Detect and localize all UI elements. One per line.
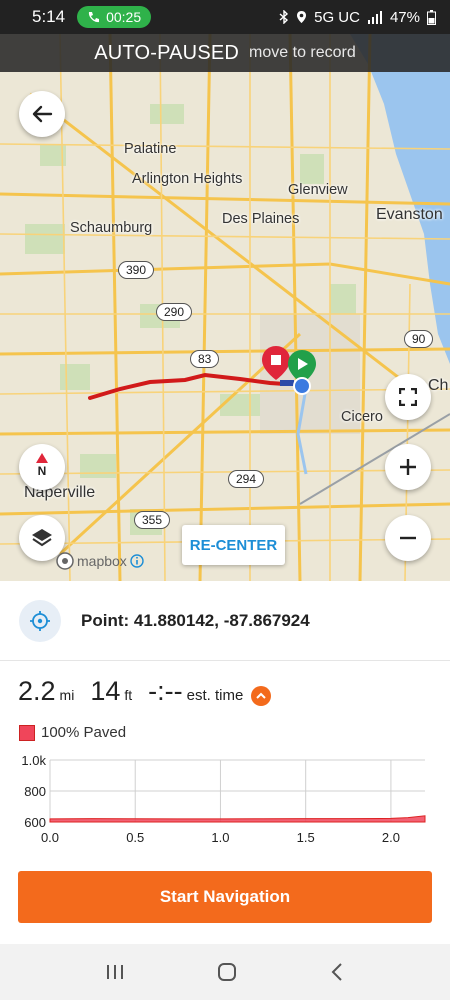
elevation-unit: ft: [124, 687, 133, 703]
map-label-schaumburg: Schaumburg: [70, 220, 153, 236]
route-shield-294: 294: [228, 470, 265, 488]
map-label-chicago: Ch: [428, 377, 449, 394]
map-view[interactable]: Palatine Arlington Heights Glenview Scha…: [0, 34, 450, 581]
battery-percent: 47%: [389, 8, 420, 26]
recent-apps-button[interactable]: [105, 963, 125, 981]
time-value: -:--: [148, 676, 183, 706]
chart-ytick-label: 600: [24, 815, 46, 830]
point-text: Point: 41.880142, -87.867924: [81, 611, 310, 631]
chart-xtick-label: 0.0: [41, 830, 59, 845]
signal-icon: [367, 10, 382, 24]
route-shield-90: 90: [404, 330, 434, 348]
map-label-cicero: Cicero: [341, 409, 383, 425]
recenter-button[interactable]: RE-CENTER: [182, 525, 285, 565]
chart-xtick-label: 1.0: [211, 830, 229, 845]
chart-ytick-label: 1.0k: [21, 753, 46, 768]
auto-paused-banner: AUTO-PAUSED move to record: [0, 34, 450, 72]
chart-xtick-label: 0.5: [126, 830, 144, 845]
chart-area-series: [49, 815, 426, 823]
status-time: 5:14: [32, 7, 66, 26]
chevron-up-icon: [256, 692, 267, 699]
banner-title: AUTO-PAUSED: [94, 41, 240, 64]
network-type: 5G UC: [314, 8, 360, 26]
selected-point-row[interactable]: Point: 41.880142, -87.867924: [0, 581, 450, 661]
map-label-palatine: Palatine: [124, 141, 177, 157]
point-coords: 41.880142, -87.867924: [133, 610, 310, 630]
chart-xtick-label: 1.5: [297, 830, 315, 845]
layers-icon: [32, 529, 52, 547]
compass-letter: N: [37, 464, 47, 478]
minus-icon: [400, 536, 416, 540]
fullscreen-button[interactable]: [385, 374, 431, 420]
info-icon[interactable]: [130, 554, 144, 568]
status-bar: 5:14 00:25 5G UC 47%: [0, 0, 450, 34]
route-shield-390: 390: [118, 261, 155, 279]
elevation-value: 14: [90, 676, 121, 706]
plus-icon: [400, 459, 416, 475]
surface-legend: 100% Paved: [19, 724, 126, 741]
ongoing-call-pill[interactable]: 00:25: [77, 6, 152, 28]
arrow-left-icon: [32, 105, 53, 123]
route-stats: 2.2 mi 14 ft -:-- est. time: [18, 676, 272, 707]
phone-icon: [88, 11, 100, 22]
status-icons: 5G UC 47%: [279, 9, 436, 26]
crosshair-icon: [30, 610, 50, 631]
route-shield-355: 355: [134, 511, 171, 529]
map-label-des-plaines: Des Plaines: [222, 211, 300, 227]
start-navigation-button[interactable]: Start Navigation: [18, 871, 432, 923]
chart-ytick-label: 800: [24, 784, 46, 799]
time-label: est. time: [186, 687, 244, 704]
banner-subtitle: move to record: [249, 44, 356, 61]
legend-label: 100% Paved: [41, 724, 127, 741]
point-label: Point:: [81, 610, 130, 630]
mapbox-label: mapbox: [77, 553, 127, 569]
expand-stats-button[interactable]: [251, 686, 272, 706]
zoom-in-button[interactable]: [385, 444, 431, 490]
route-shield-290: 290: [156, 303, 193, 321]
home-button[interactable]: [216, 961, 238, 983]
legend-swatch: [19, 724, 35, 741]
route-shield-83: 83: [190, 350, 220, 368]
system-nav-bar: [0, 944, 450, 1000]
distance-unit: mi: [59, 687, 75, 703]
back-nav-button[interactable]: [329, 962, 345, 982]
current-location-dot: [295, 379, 309, 393]
battery-icon: [427, 9, 436, 25]
location-icon: [297, 11, 307, 23]
app-root: Palatine Arlington Heights Glenview Scha…: [0, 0, 450, 1000]
compass-button[interactable]: N: [19, 444, 65, 490]
map-label-arlington-heights: Arlington Heights: [132, 171, 243, 187]
distance-value: 2.2: [18, 676, 56, 706]
call-duration: 00:25: [106, 9, 142, 25]
point-icon-badge: [19, 599, 61, 642]
map-label-glenview: Glenview: [288, 182, 348, 198]
chart-xtick-label: 2.0: [382, 830, 400, 845]
back-button[interactable]: [19, 91, 65, 137]
route-markers: [262, 346, 316, 395]
fullscreen-icon: [399, 388, 417, 406]
elevation-chart[interactable]: 600 800 1.0k 0.0 0.5 1.0 1.5 2.0: [0, 750, 450, 850]
map-label-evanston: Evanston: [376, 206, 443, 223]
bluetooth-icon: [279, 10, 289, 24]
mapbox-attribution[interactable]: mapbox: [56, 552, 144, 570]
zoom-out-button[interactable]: [385, 515, 431, 561]
mapbox-logo-icon: [56, 552, 74, 570]
